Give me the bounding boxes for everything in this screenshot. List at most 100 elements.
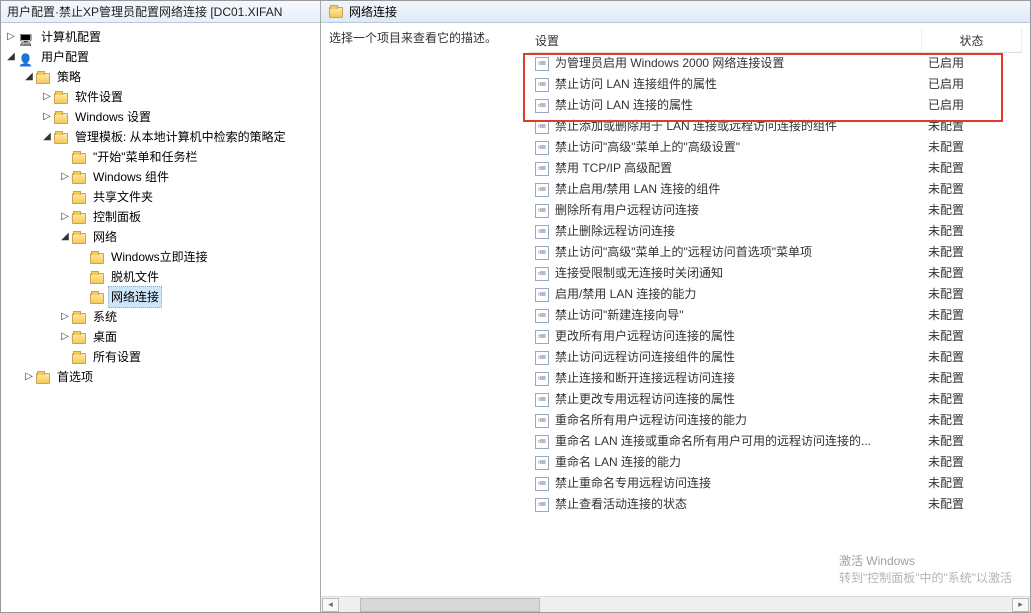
scroll-track[interactable] [340, 598, 1011, 612]
caret-right-icon[interactable]: ▷ [5, 31, 17, 43]
settings-row[interactable]: ≔更改所有用户远程访问连接的属性未配置 [529, 326, 1022, 347]
column-header-status[interactable]: 状态 [922, 29, 1022, 52]
tree-node-desktop: ▷ 桌面 [59, 327, 318, 347]
policy-item-icon: ≔ [535, 456, 549, 470]
settings-row[interactable]: ≔ 禁止访问"新建连接向导" 未配置 [529, 305, 1022, 326]
setting-cell: ≔禁止连接和断开连接远程访问连接 [529, 368, 922, 389]
policy-item-icon: ≔ [535, 309, 549, 323]
status-cell: 未配置 [922, 473, 1022, 494]
nav-tree[interactable]: ▷ 计算机配置 ◢ 用户配置 ◢ 策略 [1, 23, 320, 612]
setting-name: 重命名所有用户远程访问连接的能力 [555, 410, 747, 431]
policy-item-icon: ≔ [535, 477, 549, 491]
setting-name: 禁用 TCP/IP 高级配置 [555, 158, 672, 179]
setting-status: 未配置 [928, 476, 964, 490]
setting-cell: ≔重命名 LAN 连接的能力 [529, 452, 922, 473]
setting-status: 未配置 [928, 455, 964, 469]
column-header-setting[interactable]: 设置 [529, 29, 922, 52]
caret-right-icon[interactable]: ▷ [41, 111, 53, 123]
settings-row[interactable]: ≔重命名所有用户远程访问连接的能力未配置 [529, 410, 1022, 431]
settings-row[interactable]: ≔禁止访问远程访问连接组件的属性未配置 [529, 347, 1022, 368]
setting-cell: ≔禁止查看活动连接的状态 [529, 494, 922, 515]
setting-status: 未配置 [928, 392, 964, 406]
settings-row[interactable]: ≔禁止删除远程访问连接未配置 [529, 221, 1022, 242]
tree-panel: 用户配置·禁止XP管理员配置网络连接 [DC01.XIFAN ▷ 计算机配置 ◢… [1, 1, 321, 612]
folder-icon [72, 313, 86, 324]
tree-label: 首选项 [54, 366, 96, 388]
caret-right-icon[interactable]: ▷ [23, 371, 35, 383]
settings-row[interactable]: ≔禁用 TCP/IP 高级配置未配置 [529, 158, 1022, 179]
folder-icon [72, 173, 86, 184]
caret-right-icon[interactable]: ▷ [59, 211, 71, 223]
setting-cell: ≔ 禁止访问"新建连接向导" [529, 305, 922, 326]
setting-cell: ≔禁止启用/禁用 LAN 连接的组件 [529, 179, 922, 200]
policy-item-icon: ≔ [535, 351, 549, 365]
horizontal-scrollbar[interactable]: ◂ ▸ [321, 596, 1030, 612]
settings-row[interactable]: ≔禁止访问"高级"菜单上的"高级设置"未配置 [529, 137, 1022, 158]
setting-name: 禁止访问"新建连接向导" [555, 305, 684, 326]
settings-row[interactable]: ≔重命名 LAN 连接的能力未配置 [529, 452, 1022, 473]
folder-icon [90, 273, 104, 284]
activation-watermark: 激活 Windows 转到"控制面板"中的"系统"以激活 [839, 552, 1012, 586]
setting-cell: ≔重命名 LAN 连接或重命名所有用户可用的远程访问连接的... [529, 431, 922, 452]
gp-editor-window: 用户配置·禁止XP管理员配置网络连接 [DC01.XIFAN ▷ 计算机配置 ◢… [0, 0, 1031, 613]
setting-cell: ≔禁用 TCP/IP 高级配置 [529, 158, 922, 179]
setting-cell: ≔禁止访问 LAN 连接组件的属性 [529, 74, 922, 95]
settings-row[interactable]: ≔禁止更改专用远程访问连接的属性未配置 [529, 389, 1022, 410]
tree-label: "开始"菜单和任务栏 [90, 146, 201, 168]
policy-item-icon: ≔ [535, 330, 549, 344]
folder-icon [90, 293, 104, 304]
settings-row[interactable]: ≔禁止查看活动连接的状态未配置 [529, 494, 1022, 515]
tree-node-shared-folders: ▷ 共享文件夹 [59, 187, 318, 207]
folder-icon [90, 253, 104, 264]
scroll-left-icon[interactable]: ◂ [322, 598, 339, 612]
tree-panel-title: 用户配置·禁止XP管理员配置网络连接 [DC01.XIFAN [7, 5, 282, 19]
caret-down-icon[interactable]: ◢ [23, 71, 35, 83]
setting-cell: ≔删除所有用户远程访问连接 [529, 200, 922, 221]
setting-status: 未配置 [928, 119, 964, 133]
settings-row[interactable]: ≔启用/禁用 LAN 连接的能力未配置 [529, 284, 1022, 305]
caret-right-icon[interactable]: ▷ [59, 171, 71, 183]
tree-label: 共享文件夹 [90, 186, 156, 208]
tree-node-win-settings: ▷ Windows 设置 [41, 107, 318, 127]
setting-cell: ≔禁止重命名专用远程访问连接 [529, 473, 922, 494]
status-cell: 未配置 [922, 116, 1022, 137]
tree-panel-header: 用户配置·禁止XP管理员配置网络连接 [DC01.XIFAN [1, 1, 320, 23]
scroll-right-icon[interactable]: ▸ [1012, 598, 1029, 612]
caret-right-icon[interactable]: ▷ [59, 311, 71, 323]
status-cell: 未配置 [922, 347, 1022, 368]
settings-row[interactable]: ≔为管理员启用 Windows 2000 网络连接设置已启用 [529, 53, 1022, 74]
caret-down-icon[interactable]: ◢ [5, 51, 17, 63]
settings-row[interactable]: ≔禁止添加或删除用于 LAN 连接或远程访问连接的组件未配置 [529, 116, 1022, 137]
description-text: 选择一个项目来查看它的描述。 [329, 31, 497, 45]
settings-row[interactable]: ≔禁止访问 LAN 连接组件的属性已启用 [529, 74, 1022, 95]
caret-down-icon[interactable]: ◢ [41, 131, 53, 143]
settings-row[interactable]: ≔禁止访问"高级"菜单上的"远程访问首选项"菜单项未配置 [529, 242, 1022, 263]
settings-row[interactable]: ≔禁止连接和断开连接远程访问连接未配置 [529, 368, 1022, 389]
caret-down-icon[interactable]: ◢ [59, 231, 71, 243]
status-cell: 未配置 [922, 221, 1022, 242]
setting-name: 禁止访问"高级"菜单上的"远程访问首选项"菜单项 [555, 242, 812, 263]
tree-node-preferences: ▷ 首选项 [23, 367, 318, 387]
setting-cell: ≔连接受限制或无连接时关闭通知 [529, 263, 922, 284]
scroll-thumb[interactable] [360, 598, 540, 612]
caret-right-icon[interactable]: ▷ [59, 331, 71, 343]
settings-row[interactable]: ≔删除所有用户远程访问连接未配置 [529, 200, 1022, 221]
setting-name: 禁止访问 LAN 连接组件的属性 [555, 74, 717, 95]
settings-row[interactable]: ≔禁止访问 LAN 连接的属性已启用 [529, 95, 1022, 116]
caret-right-icon[interactable]: ▷ [41, 91, 53, 103]
tree-label: 计算机配置 [38, 26, 104, 48]
status-cell: 已启用 [922, 53, 1022, 74]
settings-row[interactable]: ≔禁止重命名专用远程访问连接未配置 [529, 473, 1022, 494]
settings-row[interactable]: ≔连接受限制或无连接时关闭通知未配置 [529, 263, 1022, 284]
tree-label: 桌面 [90, 326, 120, 348]
folder-icon [72, 353, 86, 364]
settings-list: ≔为管理员启用 Windows 2000 网络连接设置已启用≔禁止访问 LAN … [529, 53, 1022, 515]
folder-icon [54, 93, 68, 104]
status-cell: 未配置 [922, 305, 1022, 326]
settings-row[interactable]: ≔重命名 LAN 连接或重命名所有用户可用的远程访问连接的...未配置 [529, 431, 1022, 452]
settings-row[interactable]: ≔禁止启用/禁用 LAN 连接的组件未配置 [529, 179, 1022, 200]
setting-status: 已启用 [928, 56, 964, 70]
policy-item-icon: ≔ [535, 183, 549, 197]
tree-label: Windows 设置 [72, 106, 154, 128]
folder-icon [72, 333, 86, 344]
